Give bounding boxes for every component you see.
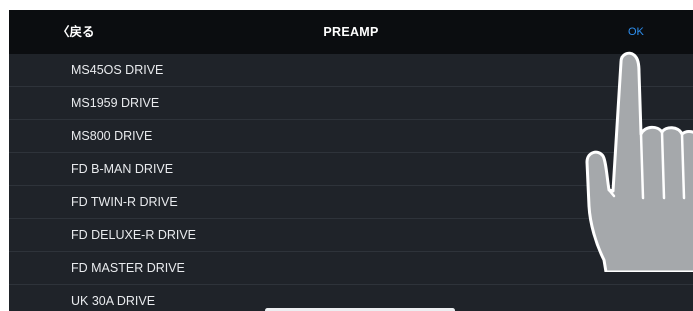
pointing-hand-icon — [585, 51, 693, 272]
